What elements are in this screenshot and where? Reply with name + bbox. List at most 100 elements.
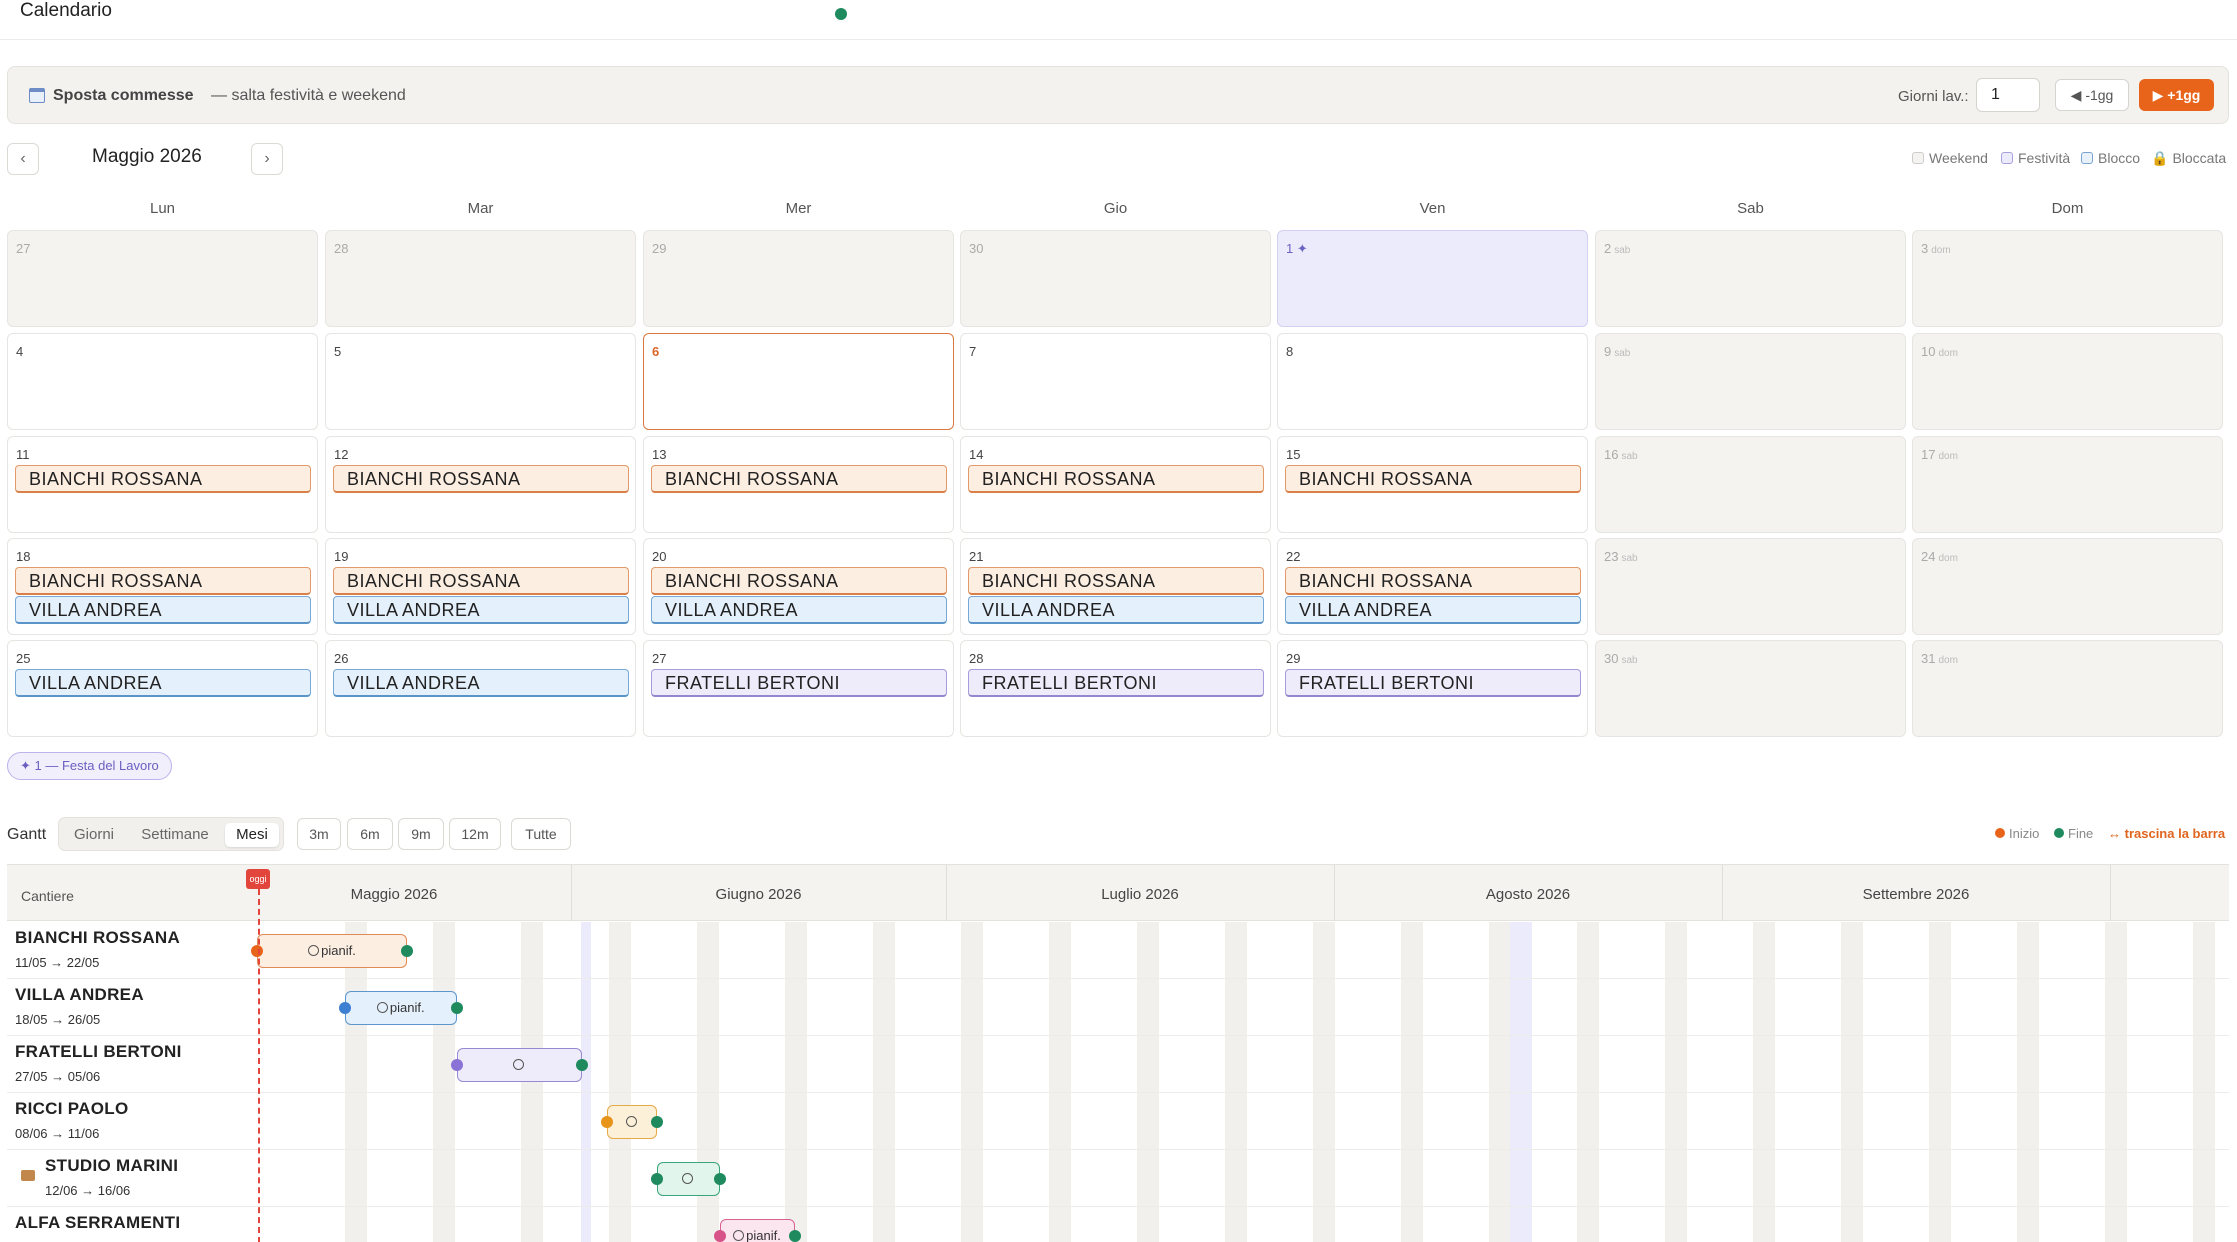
start-handle-icon[interactable] — [338, 1002, 351, 1014]
calendar-day-cell[interactable]: 2 sab — [1595, 230, 1906, 327]
bar-status: pianif. — [389, 1000, 425, 1015]
calendar-event[interactable]: BIANCHI ROSSANA — [333, 465, 629, 493]
calendar-day-cell[interactable]: 29 — [643, 230, 954, 327]
calendar-event[interactable]: BIANCHI ROSSANA — [968, 465, 1264, 493]
range-12m-button[interactable]: 12m — [449, 818, 501, 850]
calendar-day-cell[interactable]: 3 dom — [1912, 230, 2223, 327]
calendar-day-cell[interactable]: 17 dom — [1912, 436, 2223, 533]
calendar-event[interactable]: VILLA ANDREA — [15, 669, 311, 697]
gantt-row: BIANCHI ROSSANA 11/05 → 22/05 pianif. — [7, 922, 2229, 979]
calendar-day-cell[interactable]: 28 FRATELLI BERTONI — [960, 640, 1271, 737]
calendar-day-cell[interactable]: 10 dom — [1912, 333, 2223, 430]
calendar-day-cell[interactable]: 16 sab — [1595, 436, 1906, 533]
calendar-event[interactable]: VILLA ANDREA — [651, 596, 947, 624]
calendar-day-cell[interactable]: 9 sab — [1595, 333, 1906, 430]
calendar-event[interactable]: VILLA ANDREA — [15, 596, 311, 624]
calendar-event[interactable]: FRATELLI BERTONI — [1285, 669, 1581, 697]
start-handle-icon[interactable] — [601, 1116, 613, 1128]
next-month-button[interactable]: › — [251, 143, 283, 175]
calendar-day-cell[interactable]: 30 — [960, 230, 1271, 327]
calendar-day-cell[interactable]: 13 BIANCHI ROSSANA — [643, 436, 954, 533]
gantt-row-label[interactable]: RICCI PAOLO 08/06 → 11/06 — [7, 1093, 299, 1149]
view-months-tab[interactable]: Mesi — [225, 823, 279, 847]
calendar-day-cell[interactable]: 30 sab — [1595, 640, 1906, 737]
block-swatch-icon — [2081, 152, 2093, 164]
end-handle-icon[interactable] — [788, 1230, 801, 1242]
calendar-day-cell[interactable]: 25 VILLA ANDREA — [7, 640, 318, 737]
calendar-day-cell[interactable]: 22 BIANCHI ROSSANA VILLA ANDREA — [1277, 538, 1588, 635]
calendar-event[interactable]: BIANCHI ROSSANA — [15, 465, 311, 493]
end-handle-icon[interactable] — [651, 1116, 663, 1128]
calendar-day-cell[interactable]: 28 — [325, 230, 636, 327]
start-handle-icon[interactable] — [651, 1173, 663, 1185]
calendar-day-cell[interactable]: 27 — [7, 230, 318, 327]
prev-month-button[interactable]: ‹ — [7, 143, 39, 175]
calendar-event[interactable]: VILLA ANDREA — [1285, 596, 1581, 624]
view-days-tab[interactable]: Giorni — [65, 823, 123, 847]
calendar-day-cell[interactable]: 29 FRATELLI BERTONI — [1277, 640, 1588, 737]
range-9m-button[interactable]: 9m — [398, 818, 444, 850]
calendar-event[interactable]: BIANCHI ROSSANA — [651, 567, 947, 595]
calendar-day-cell[interactable]: 19 BIANCHI ROSSANA VILLA ANDREA — [325, 538, 636, 635]
calendar-day-cell[interactable]: 24 dom — [1912, 538, 2223, 635]
calendar-day-cell[interactable]: 31 dom — [1912, 640, 2223, 737]
calendar-day-cell[interactable]: 23 sab — [1595, 538, 1906, 635]
calendar-day-cell[interactable]: 6 — [643, 333, 954, 430]
calendar-event[interactable]: BIANCHI ROSSANA — [15, 567, 311, 595]
calendar-event[interactable]: FRATELLI BERTONI — [651, 669, 947, 697]
end-handle-icon[interactable] — [576, 1059, 588, 1071]
shift-minus-button[interactable]: ◀ -1gg — [2055, 79, 2129, 111]
start-handle-icon[interactable] — [451, 1059, 463, 1071]
calendar-event[interactable]: VILLA ANDREA — [333, 596, 629, 624]
calendar-day-cell[interactable]: 5 — [325, 333, 636, 430]
calendar-day-cell[interactable]: 1 ✦ — [1277, 230, 1588, 327]
end-handle-icon[interactable] — [401, 945, 413, 957]
calendar-day-cell[interactable]: 14 BIANCHI ROSSANA — [960, 436, 1271, 533]
day-suffix: dom — [1931, 245, 1951, 256]
calendar-day-cell[interactable]: 20 BIANCHI ROSSANA VILLA ANDREA — [643, 538, 954, 635]
calendar-day-cell[interactable]: 12 BIANCHI ROSSANA — [325, 436, 636, 533]
calendar-event[interactable]: BIANCHI ROSSANA — [1285, 465, 1581, 493]
range-6m-button[interactable]: 6m — [347, 818, 393, 850]
calendar-event[interactable]: VILLA ANDREA — [333, 669, 629, 697]
gantt-bar[interactable] — [607, 1105, 657, 1139]
gantt-bar[interactable] — [457, 1048, 582, 1082]
weekday-label: Sab — [1737, 200, 1764, 217]
gantt-bar[interactable]: pianif. — [719, 1219, 795, 1242]
gantt-row-label[interactable]: VILLA ANDREA 18/05 → 26/05 — [7, 979, 299, 1035]
working-days-input[interactable] — [1976, 78, 2040, 112]
calendar-day-cell[interactable]: 21 BIANCHI ROSSANA VILLA ANDREA — [960, 538, 1271, 635]
calendar-event[interactable]: BIANCHI ROSSANA — [968, 567, 1264, 595]
shift-plus-button[interactable]: ▶ +1gg — [2139, 79, 2214, 111]
gantt-bar[interactable] — [657, 1162, 720, 1196]
gantt-row-label[interactable]: STUDIO MARINI 12/06 → 16/06 — [7, 1150, 299, 1206]
calendar-day-cell[interactable]: 15 BIANCHI ROSSANA — [1277, 436, 1588, 533]
calendar-day-cell[interactable]: 26 VILLA ANDREA — [325, 640, 636, 737]
calendar-event[interactable]: VILLA ANDREA — [968, 596, 1264, 624]
start-handle-icon[interactable] — [251, 945, 263, 957]
day-number: 5 — [334, 344, 341, 359]
calendar-day-cell[interactable]: 27 FRATELLI BERTONI — [643, 640, 954, 737]
calendar-event[interactable]: BIANCHI ROSSANA — [1285, 567, 1581, 595]
gantt-bar[interactable]: pianif. — [257, 934, 407, 968]
gantt-row-label[interactable]: FRATELLI BERTONI 27/05 → 05/06 — [7, 1036, 299, 1092]
range-3m-button[interactable]: 3m — [297, 818, 341, 850]
end-handle-icon[interactable] — [713, 1173, 726, 1185]
weekday-label: Ven — [1419, 200, 1446, 217]
calendar-event[interactable]: FRATELLI BERTONI — [968, 669, 1264, 697]
calendar-event[interactable]: BIANCHI ROSSANA — [333, 567, 629, 595]
calendar-event[interactable]: BIANCHI ROSSANA — [651, 465, 947, 493]
gantt-row-label[interactable]: ALFA SERRAMENTI17/06 → 22/06 — [7, 1207, 299, 1242]
calendar-day-cell[interactable]: 18 BIANCHI ROSSANA VILLA ANDREA — [7, 538, 318, 635]
holiday-chip[interactable]: ✦ 1 — Festa del Lavoro — [7, 752, 172, 780]
calendar-day-cell[interactable]: 11 BIANCHI ROSSANA — [7, 436, 318, 533]
day-number: 14 — [969, 447, 983, 462]
range-all-button[interactable]: Tutte — [511, 818, 571, 850]
end-handle-icon[interactable] — [451, 1002, 463, 1014]
calendar-day-cell[interactable]: 8 — [1277, 333, 1588, 430]
gantt-bar[interactable]: pianif. — [344, 991, 457, 1025]
start-handle-icon[interactable] — [713, 1230, 726, 1242]
calendar-day-cell[interactable]: 4 — [7, 333, 318, 430]
calendar-day-cell[interactable]: 7 — [960, 333, 1271, 430]
view-weeks-tab[interactable]: Settimane — [129, 823, 221, 847]
